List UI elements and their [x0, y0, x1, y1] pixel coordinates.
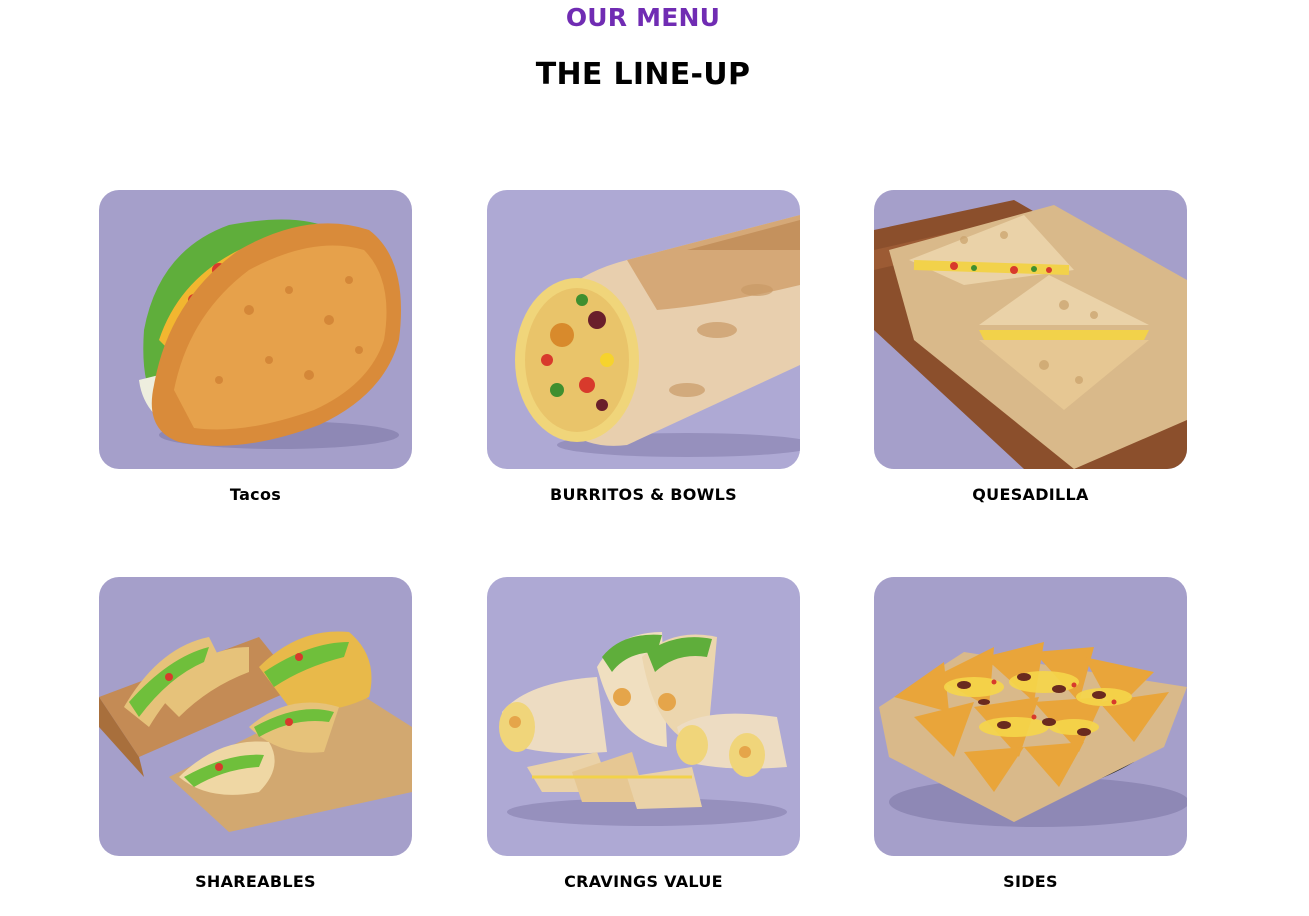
menu-card-quesadilla[interactable]: QUESADILLA [874, 190, 1187, 504]
quesadilla-image [874, 190, 1187, 469]
burrito-image [487, 190, 800, 469]
menu-card-burritos-bowls[interactable]: BURRITOS & BOWLS [487, 190, 800, 504]
menu-card-image [487, 577, 800, 856]
menu-card-label: QUESADILLA [972, 485, 1089, 504]
crispy-taco-image [99, 190, 412, 469]
menu-card-label: Tacos [229, 485, 282, 504]
page-title: THE LINE-UP [535, 57, 751, 92]
menu-card-image [874, 577, 1187, 856]
menu-card-image [487, 190, 800, 469]
menu-card-label: BURRITOS & BOWLS [550, 485, 737, 504]
menu-card-sides[interactable]: SIDES [874, 577, 1187, 891]
menu-card-label: CRAVINGS VALUE [564, 872, 723, 891]
menu-card-tacos[interactable]: Tacos [99, 190, 412, 504]
value-meal-image [487, 577, 800, 856]
menu-card-shareables[interactable]: SHAREABLES [99, 577, 412, 891]
menu-card-image [99, 190, 412, 469]
menu-page: OUR MENU THE LINE-UP Tacos BURRITOS & BO… [0, 0, 1309, 916]
menu-card-cravings-value[interactable]: CRAVINGS VALUE [487, 577, 800, 891]
menu-card-label: SHAREABLES [195, 872, 316, 891]
menu-card-image [874, 190, 1187, 469]
section-eyebrow: OUR MENU [565, 3, 721, 32]
menu-card-label: SIDES [1003, 872, 1058, 891]
taco-box-image [99, 577, 412, 856]
nachos-image [874, 577, 1187, 856]
menu-card-image [99, 577, 412, 856]
